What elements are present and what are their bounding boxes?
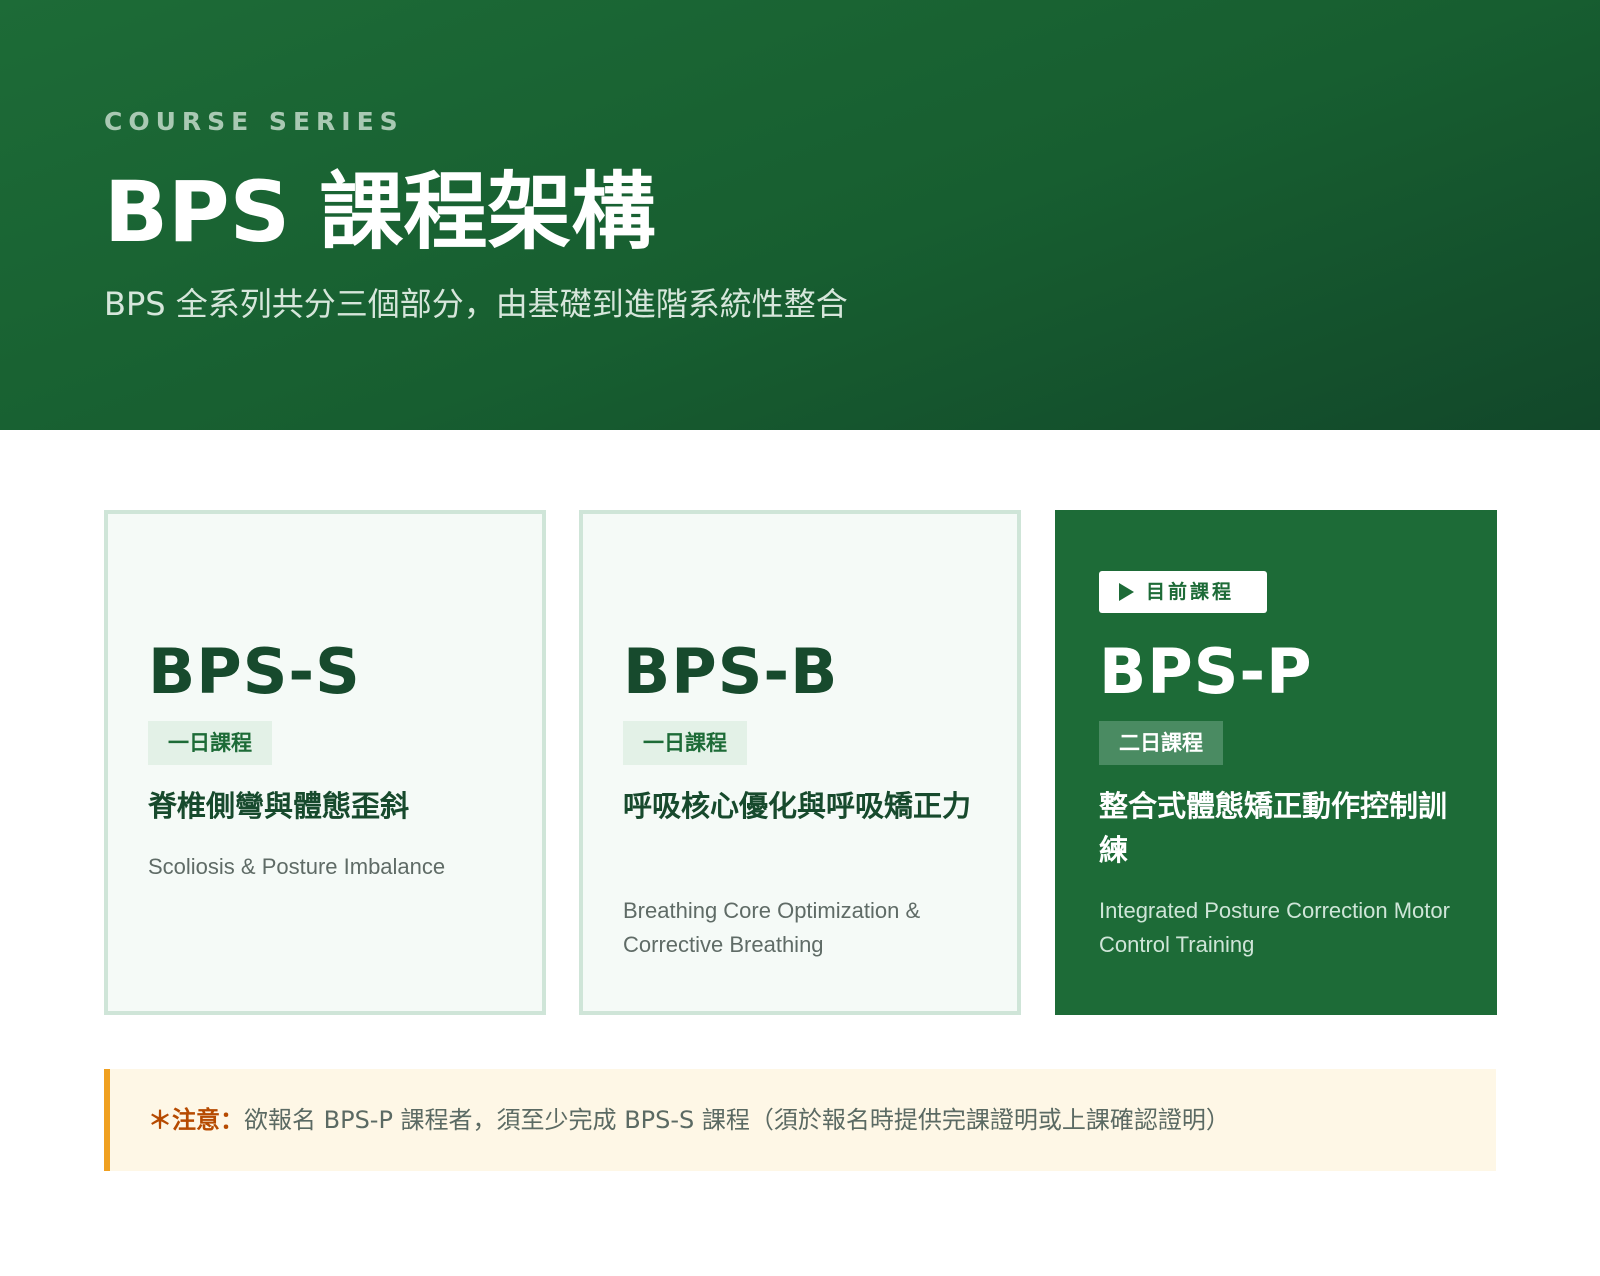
current-course-badge: 目前課程 [1099, 571, 1267, 613]
current-course-label: 目前課程 [1146, 581, 1235, 603]
hero-banner: COURSE SERIES BPS 課程架構 BPS 全系列共分三個部分，由基礎… [0, 0, 1600, 430]
enrollment-notice: ＊注意：欲報名 BPS-P 課程者，須至少完成 BPS-S 課程（須於報名時提供… [104, 1069, 1496, 1171]
notice-text: 欲報名 BPS-P 課程者，須至少完成 BPS-S 課程（須於報名時提供完課證明… [244, 1106, 1230, 1134]
course-card-bps-p[interactable]: 目前課程 BPS-P 二日課程 整合式體態矯正動作控制訓練 Integrated… [1055, 510, 1497, 1015]
course-title-zh: 整合式體態矯正動作控制訓練 [1099, 789, 1448, 867]
play-icon [1119, 583, 1134, 601]
course-duration-badge: 一日課程 [148, 721, 272, 765]
course-duration-badge: 一日課程 [623, 721, 747, 765]
hero-subtitle: BPS 全系列共分三個部分，由基礎到進階系統性整合 [104, 285, 848, 323]
course-card-bps-s[interactable]: BPS-S 一日課程 脊椎側彎與體態歪斜 Scoliosis & Posture… [104, 510, 546, 1015]
notice-label: ＊注意： [148, 1106, 244, 1134]
course-title-en: Breathing Core Optimization & Corrective… [623, 898, 921, 957]
course-title-en: Scoliosis & Posture Imbalance [148, 854, 446, 879]
course-card-bps-b[interactable]: BPS-B 一日課程 呼吸核心優化與呼吸矯正力 Breathing Core O… [579, 510, 1021, 1015]
page-title: BPS 課程架構 [104, 163, 656, 261]
hero-eyebrow: COURSE SERIES [104, 107, 404, 136]
course-code: BPS-B [623, 635, 839, 708]
course-title-zh: 呼吸核心優化與呼吸矯正力 [623, 789, 972, 823]
course-duration-badge: 二日課程 [1099, 721, 1223, 765]
course-title-en: Integrated Posture Correction Motor Cont… [1099, 898, 1450, 957]
course-title-zh: 脊椎側彎與體態歪斜 [148, 789, 410, 823]
course-code: BPS-P [1099, 635, 1313, 708]
course-code: BPS-S [148, 635, 361, 708]
